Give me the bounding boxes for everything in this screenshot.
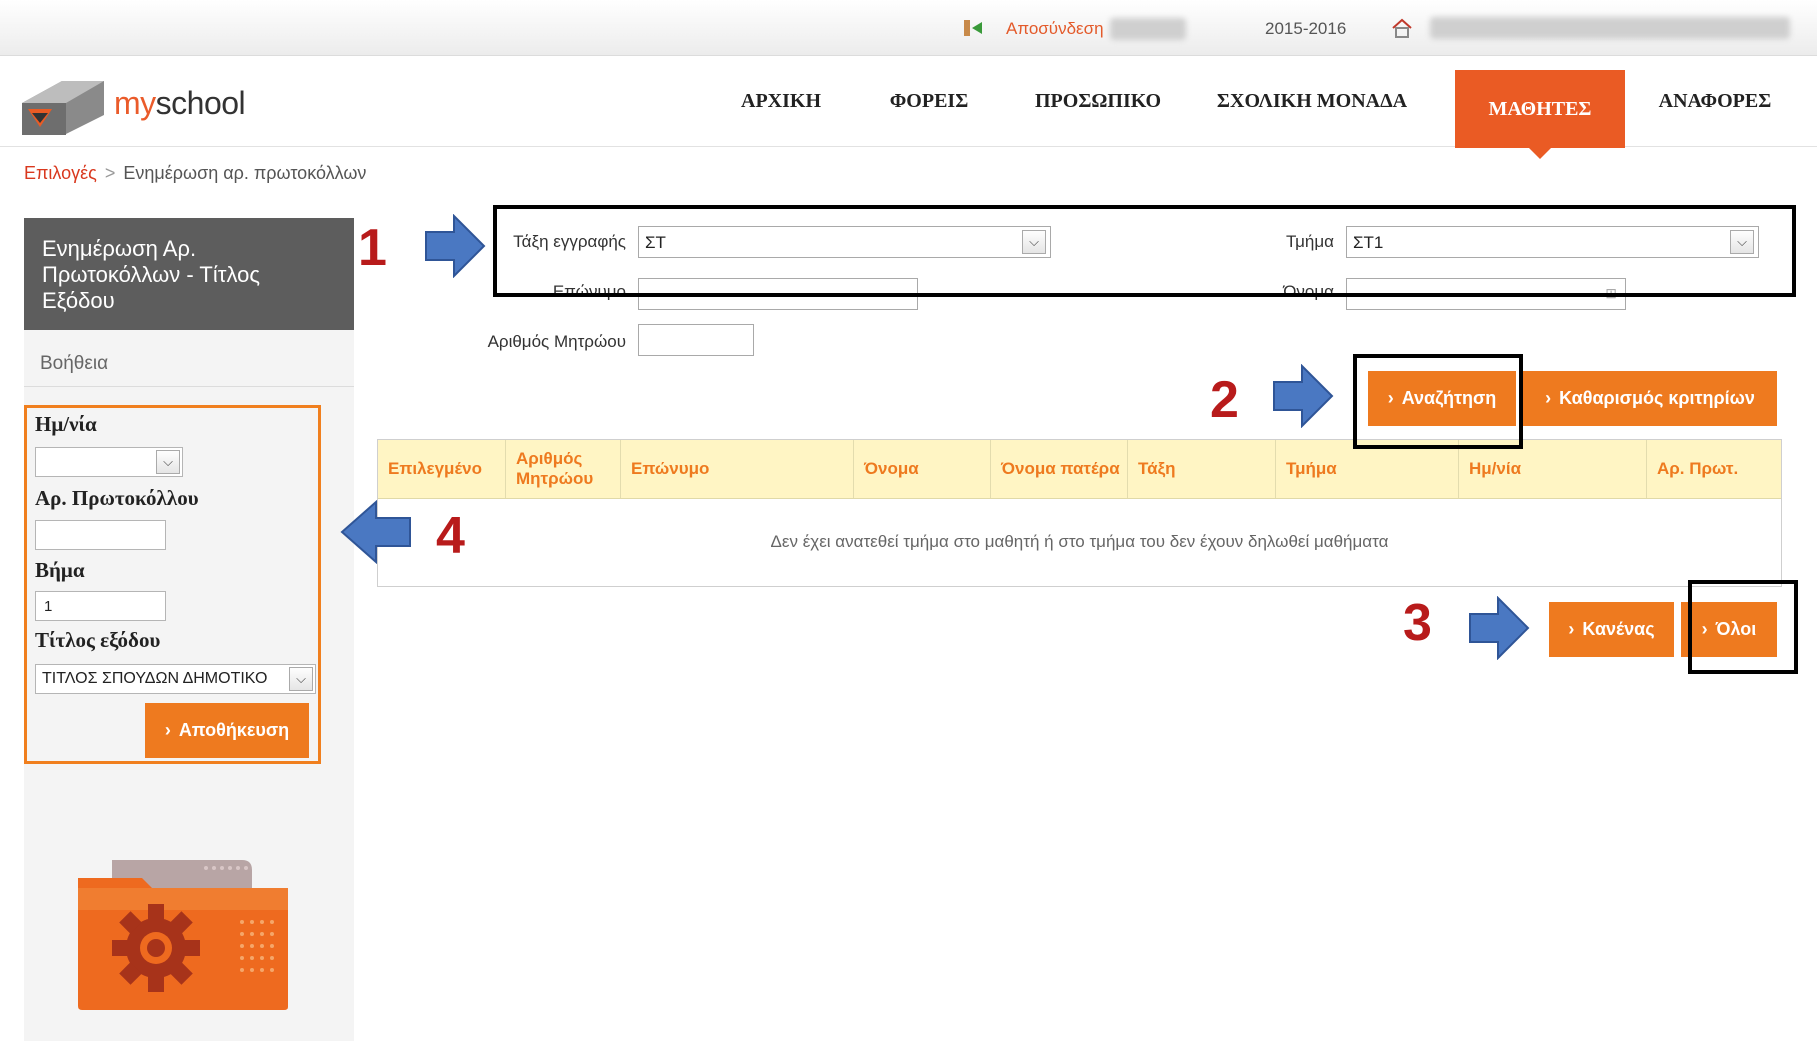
active-nav-caret xyxy=(1528,147,1552,159)
registry-number-label: Αριθμός Μητρώου xyxy=(487,332,626,351)
arrow-right-icon xyxy=(425,214,486,278)
home-icon[interactable] xyxy=(1390,17,1414,39)
logo-text[interactable]: myschool xyxy=(114,85,246,122)
table-header: Επιλεγμένο Αριθμός Μητρώου Επώνυμο Όνομα… xyxy=(378,440,1781,499)
annotation-number-1: 1 xyxy=(358,219,387,277)
main-header: myschool ΑΡΧΙΚΗ ΦΟΡΕΙΣ ΠΡΟΣΩΠΙΚΟ ΣΧΟΛΙΚΗ… xyxy=(0,57,1817,148)
col-selected[interactable]: Επιλεγμένο xyxy=(378,440,506,498)
step-input[interactable]: 1 xyxy=(35,591,166,621)
select-none-label: Κανένας xyxy=(1582,619,1655,639)
logo-text-school: school xyxy=(155,85,246,121)
redacted-school-name xyxy=(1430,17,1790,39)
select-none-button[interactable]: › Κανένας xyxy=(1549,602,1674,657)
save-button[interactable]: › Αποθήκευση xyxy=(145,703,309,758)
exit-title-select[interactable]: ΤΙΤΛΟΣ ΣΠΟΥΔΩΝ ΔΗΜΟΤΙΚΟ ⌵ xyxy=(35,664,316,694)
nav-bodies[interactable]: ΦΟΡΕΙΣ xyxy=(870,57,988,145)
breadcrumb-current: Ενημέρωση αρ. πρωτοκόλλων xyxy=(123,163,367,183)
school-year: 2015-2016 xyxy=(1265,19,1347,38)
nav-students[interactable]: ΜΑΘΗΤΕΣ xyxy=(1455,70,1625,148)
logout-link[interactable]: Αποσύνδεση xyxy=(1006,19,1104,39)
nav-home[interactable]: ΑΡΧΙΚΗ xyxy=(720,57,842,145)
annotation-box-2 xyxy=(1353,354,1523,449)
top-bar: Αποσύνδεση 2015-2016 xyxy=(0,0,1817,56)
arrow-left-icon xyxy=(340,500,411,564)
col-protocol-number[interactable]: Αρ. Πρωτ. xyxy=(1647,440,1781,498)
students-table: Επιλεγμένο Αριθμός Μητρώου Επώνυμο Όνομα… xyxy=(377,439,1782,587)
save-button-label: Αποθήκευση xyxy=(178,720,290,740)
date-label: Ημ/νία xyxy=(35,412,97,436)
sidebar-divider xyxy=(24,386,354,387)
annotation-box-1 xyxy=(493,205,1796,297)
annotation-number-2: 2 xyxy=(1210,371,1239,429)
protocol-number-input[interactable] xyxy=(35,520,166,550)
protocol-number-label: Αρ. Πρωτοκόλλου xyxy=(35,486,199,510)
exit-title-select-value: ΤΙΤΛΟΣ ΣΠΟΥΔΩΝ ΔΗΜΟΤΙΚΟ xyxy=(42,670,268,687)
chevron-right-icon: › xyxy=(1545,388,1552,408)
chevron-right-icon: › xyxy=(1568,619,1575,639)
date-select[interactable]: ⌵ xyxy=(35,447,183,477)
registry-number-input[interactable] xyxy=(638,324,754,356)
arrow-right-icon xyxy=(1273,364,1334,428)
clear-filters-button-label: Καθαρισμός κριτηρίων xyxy=(1559,388,1755,408)
logout-icon[interactable] xyxy=(962,18,984,38)
step-label: Βήμα xyxy=(35,558,85,582)
help-link[interactable]: Βοήθεια xyxy=(40,353,108,375)
clear-filters-button[interactable]: › Καθαρισμός κριτηρίων xyxy=(1523,371,1777,426)
col-surname[interactable]: Επώνυμο xyxy=(621,440,854,498)
col-father-name[interactable]: Όνομα πατέρα xyxy=(991,440,1128,498)
breadcrumb: Επιλογές > Ενημέρωση αρ. πρωτοκόλλων xyxy=(24,163,366,184)
sidebar-title: Ενημέρωση Αρ. Πρωτοκόλλων - Τίτλος Εξόδο… xyxy=(24,218,354,330)
chevron-down-icon[interactable]: ⌵ xyxy=(289,667,313,691)
breadcrumb-root-link[interactable]: Επιλογές xyxy=(24,163,97,183)
col-class[interactable]: Τάξη xyxy=(1128,440,1276,498)
annotation-number-4: 4 xyxy=(436,507,465,565)
nav-staff[interactable]: ΠΡΟΣΩΠΙΚΟ xyxy=(1016,57,1180,145)
col-name[interactable]: Όνομα xyxy=(854,440,991,498)
chevron-right-icon: › xyxy=(164,720,171,740)
nav-reports[interactable]: ΑΝΑΦΟΡΕΣ xyxy=(1648,57,1782,145)
breadcrumb-separator: > xyxy=(104,163,116,183)
arrow-right-icon xyxy=(1469,596,1530,660)
redacted-username xyxy=(1110,18,1186,40)
empty-table-message: Δεν έχει ανατεθεί τμήμα στο μαθητή ή στο… xyxy=(770,532,1389,551)
col-registry-number[interactable]: Αριθμός Μητρώου xyxy=(506,440,621,498)
logo-text-my: my xyxy=(114,85,156,121)
page: Αποσύνδεση 2015-2016 myschool ΑΡΧΙΚΗ ΦΟΡ… xyxy=(0,0,1817,1041)
sidebar-update-panel: Ημ/νία ⌵ Αρ. Πρωτοκόλλου Βήμα 1 Τίτλος ε… xyxy=(24,405,321,764)
myschool-logo-icon[interactable] xyxy=(22,75,112,135)
settings-folder-icon xyxy=(78,860,288,1010)
nav-school-unit[interactable]: ΣΧΟΛΙΚΗ ΜΟΝΑΔΑ xyxy=(1206,57,1418,145)
annotation-number-3: 3 xyxy=(1403,594,1432,652)
exit-title-label: Τίτλος εξόδου xyxy=(35,628,161,652)
chevron-down-icon[interactable]: ⌵ xyxy=(156,450,180,474)
annotation-box-3 xyxy=(1688,580,1798,674)
